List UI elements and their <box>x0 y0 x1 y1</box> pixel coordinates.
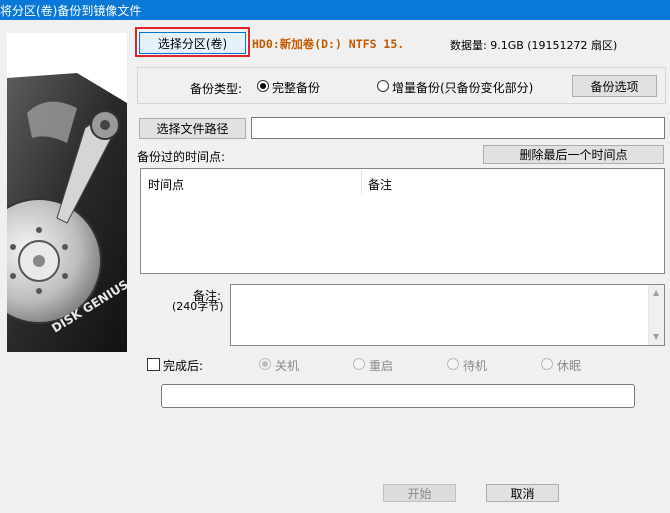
shutdown-label[interactable]: 关机 <box>275 357 299 374</box>
memo-textarea[interactable]: ▲ ▼ <box>230 284 665 346</box>
column-header-note[interactable]: 备注 <box>368 176 392 193</box>
scroll-down-icon[interactable]: ▼ <box>653 333 659 341</box>
timepoints-list[interactable]: 时间点 备注 <box>140 168 665 274</box>
select-partition-button[interactable]: 选择分区(卷) <box>139 32 246 54</box>
delete-last-timepoint-button[interactable]: 删除最后一个时间点 <box>483 145 664 164</box>
standby-label[interactable]: 待机 <box>463 357 487 374</box>
memo-scrollbar[interactable]: ▲ ▼ <box>648 285 664 345</box>
title-bar: 将分区(卷)备份到镜像文件 <box>0 0 670 20</box>
hibernate-radio[interactable] <box>541 358 553 370</box>
backup-options-button[interactable]: 备份选项 <box>572 75 657 97</box>
standby-radio[interactable] <box>447 358 459 370</box>
hard-disk-image: DISK GENIUS <box>7 33 127 352</box>
incremental-backup-label[interactable]: 增量备份(只备份变化部分) <box>392 79 533 96</box>
full-backup-radio[interactable] <box>257 80 269 92</box>
after-completion-checkbox[interactable] <box>147 358 160 371</box>
backup-type-label: 备份类型: <box>190 82 243 96</box>
column-header-timepoint[interactable]: 时间点 <box>148 176 184 193</box>
restart-label[interactable]: 重启 <box>369 357 393 374</box>
column-divider[interactable] <box>361 171 362 195</box>
data-capacity: 数据量: 9.1GB (19151272 扇区) <box>450 39 618 52</box>
progress-bar <box>161 384 635 408</box>
select-file-path-button[interactable]: 选择文件路径 <box>139 118 246 139</box>
after-completion-label[interactable]: 完成后: <box>163 357 203 374</box>
timepoints-label: 备份过的时间点: <box>137 150 226 164</box>
hibernate-label[interactable]: 休眠 <box>557 357 581 374</box>
file-path-input[interactable] <box>251 117 665 139</box>
shutdown-radio[interactable] <box>259 358 271 370</box>
partition-info: HD0:新加卷(D:) NTFS 15. <box>252 37 405 51</box>
full-backup-label[interactable]: 完整备份 <box>272 79 320 96</box>
cancel-button[interactable]: 取消 <box>486 484 559 502</box>
start-button[interactable]: 开始 <box>383 484 456 502</box>
restart-radio[interactable] <box>353 358 365 370</box>
memo-size-hint: (240字节) <box>172 300 224 313</box>
scroll-up-icon[interactable]: ▲ <box>653 289 659 297</box>
window-title: 将分区(卷)备份到镜像文件 <box>0 4 142 18</box>
incremental-backup-radio[interactable] <box>377 80 389 92</box>
hard-disk-illustration: DISK GENIUS <box>7 33 127 352</box>
